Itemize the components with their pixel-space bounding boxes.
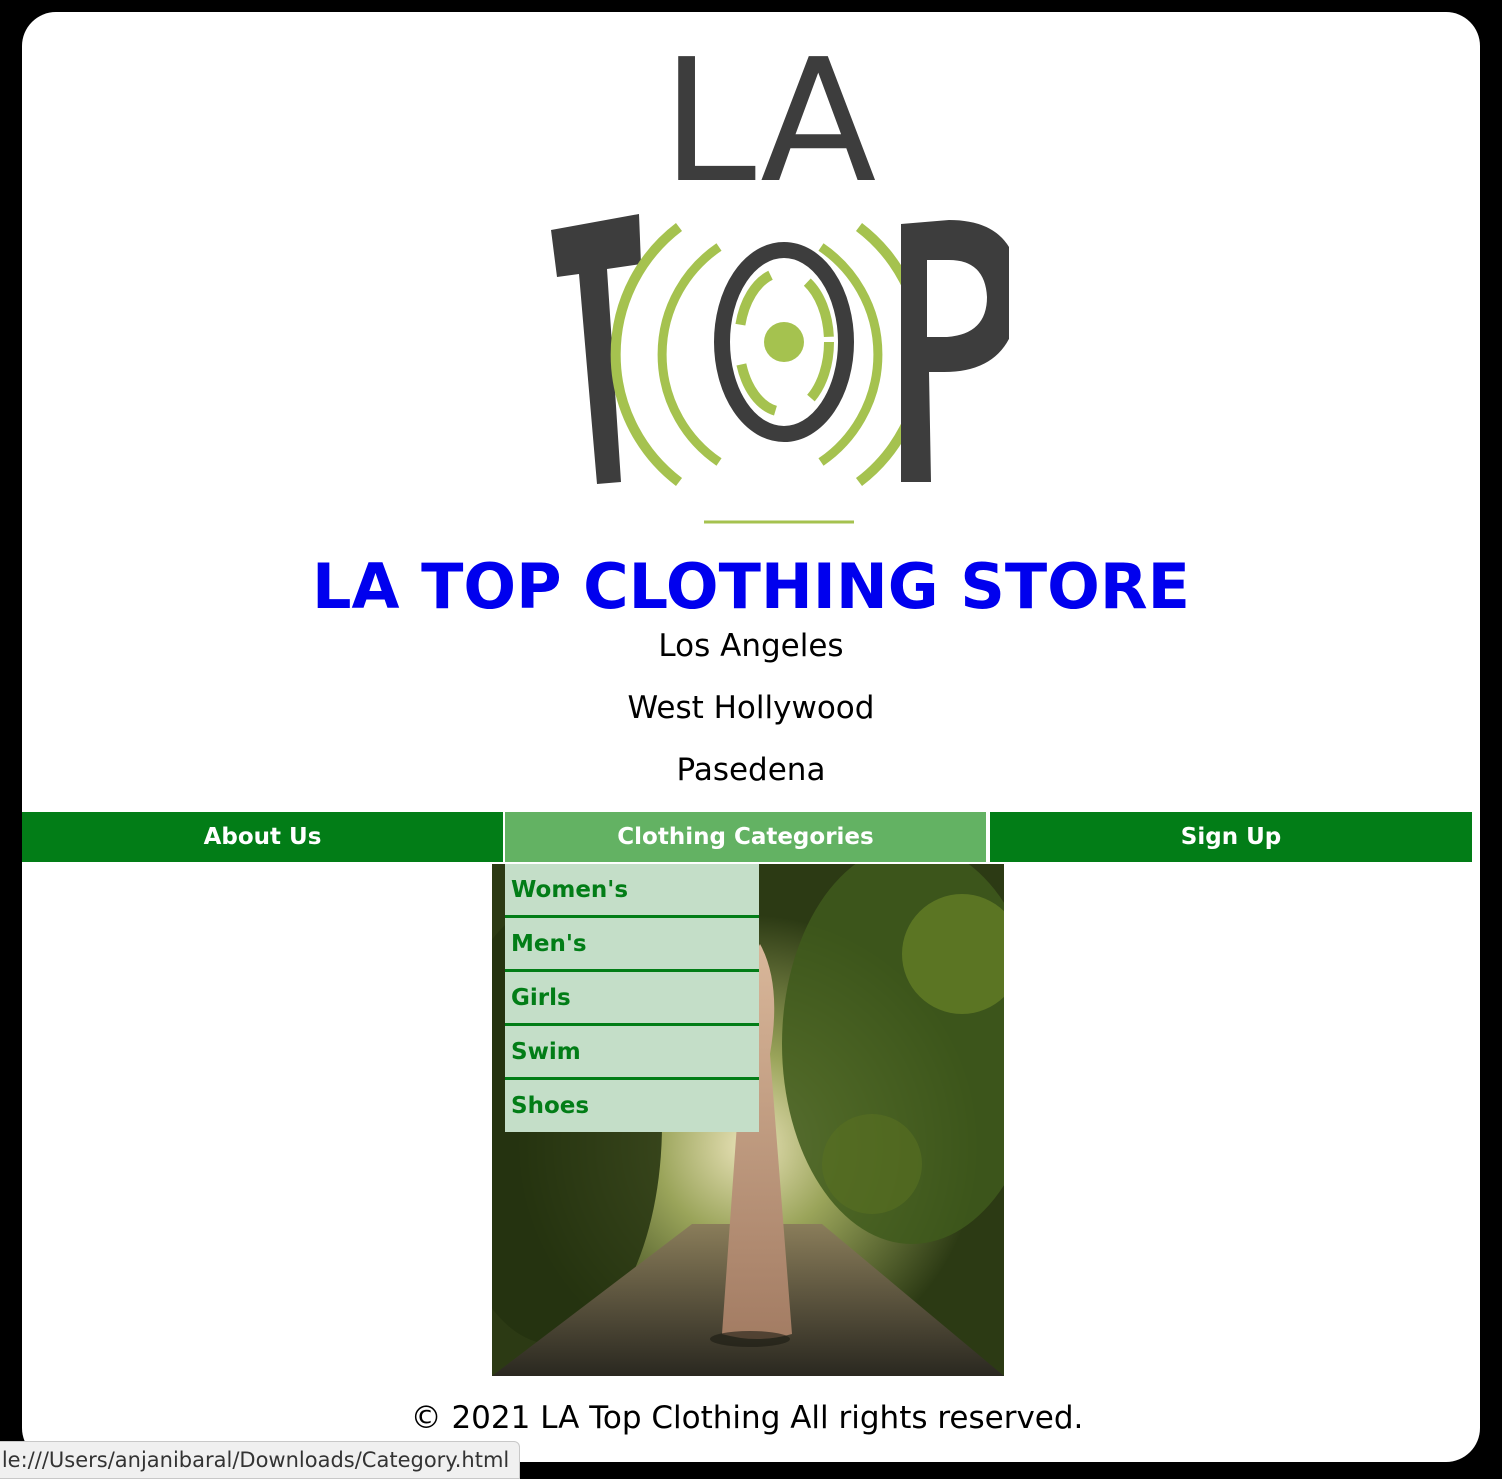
store-title: LA TOP CLOTHING STORE: [312, 550, 1190, 623]
dropdown-item-swim[interactable]: Swim: [505, 1026, 759, 1080]
location-list: Los Angeles West Hollywood Pasedena: [22, 626, 1480, 812]
status-bar-url: ile:///Users/anjanibaral/Downloads/Categ…: [0, 1441, 521, 1479]
status-bar-url-text: ile:///Users/anjanibaral/Downloads/Categ…: [0, 1448, 510, 1472]
main-nav: About Us Clothing Categories Sign Up: [22, 812, 1472, 862]
page-window: LA LA TOP CLOTHING STORE Los Angeles Wes…: [22, 12, 1480, 1462]
logo-arc-left-inner: [657, 243, 722, 466]
dropdown-item-womens[interactable]: Women's: [505, 864, 759, 918]
dropdown-item-mens[interactable]: Men's: [505, 918, 759, 972]
la-top-logo: LA: [551, 23, 1009, 524]
logo-letter-p: [901, 220, 1009, 482]
logo-la-text: LA: [662, 23, 877, 221]
nav-clothing-categories[interactable]: Clothing Categories: [505, 812, 986, 862]
location-los-angeles: Los Angeles: [658, 628, 844, 664]
location-pasedena: Pasedena: [676, 752, 826, 788]
nav-sign-up[interactable]: Sign Up: [990, 812, 1472, 862]
dropdown-item-girls[interactable]: Girls: [505, 972, 759, 1026]
logo-letter-t: [551, 214, 641, 484]
footer-copyright: © 2021 LA Top Clothing All rights reserv…: [410, 1400, 1084, 1436]
location-west-hollywood: West Hollywood: [627, 690, 875, 726]
categories-dropdown: Women's Men's Girls Swim Shoes: [505, 864, 759, 1132]
logo-o-center-dot: [764, 322, 804, 362]
dropdown-item-shoes[interactable]: Shoes: [505, 1080, 759, 1132]
nav-about-us[interactable]: About Us: [22, 812, 503, 862]
